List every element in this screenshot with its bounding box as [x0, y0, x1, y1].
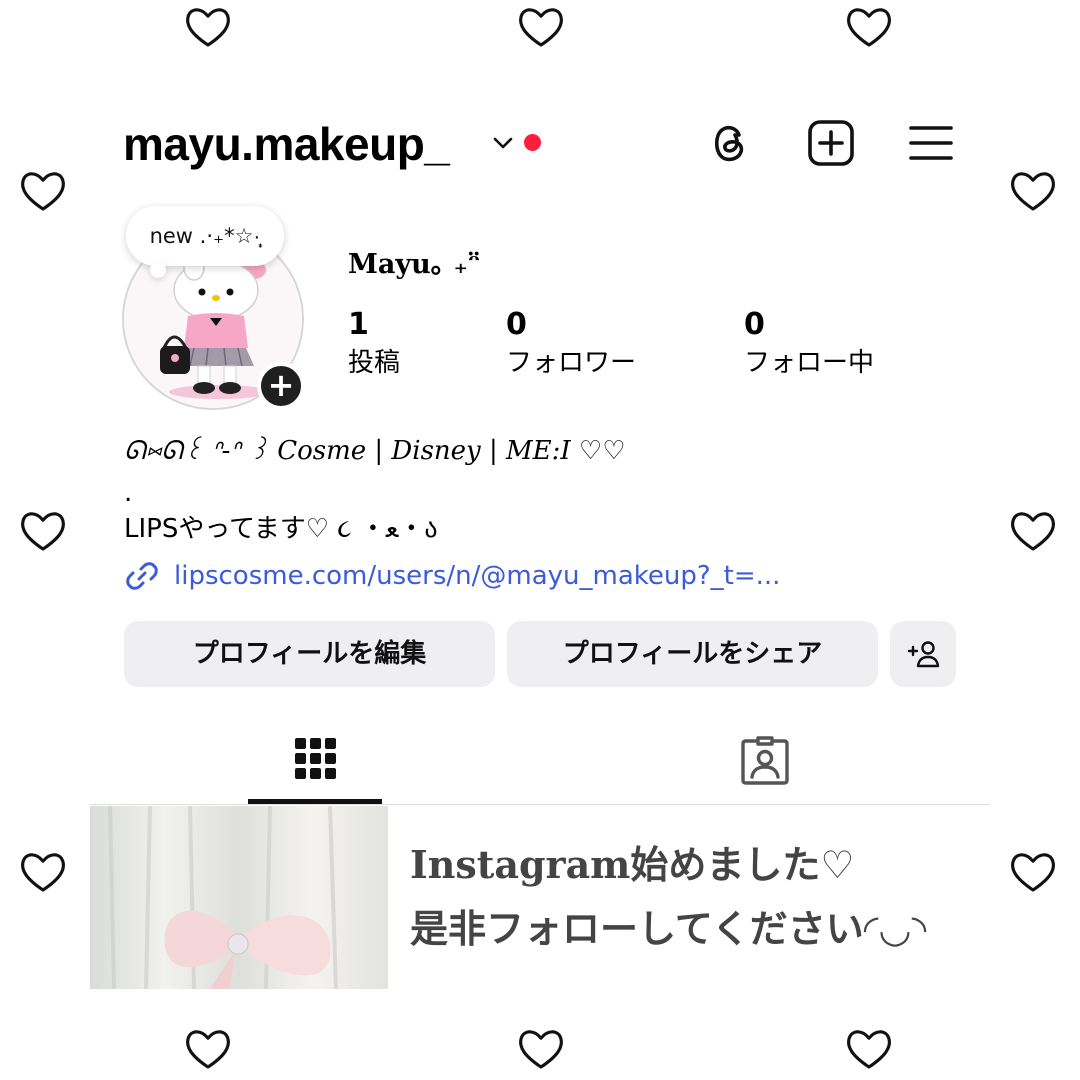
stat-posts-label: 投稿: [348, 348, 401, 378]
account-switcher-username[interactable]: mayu.makeup_: [123, 112, 450, 176]
heart-outline-icon: [842, 1022, 896, 1076]
post-caption-line: 是非フォローしてください◜◡◝: [410, 906, 927, 951]
tagged-icon: [741, 736, 789, 785]
stat-posts-count: 1: [348, 307, 369, 342]
bio-line: LIPSやってます♡ ૮ ・ﻌ・ა: [124, 514, 438, 544]
link-icon: [124, 558, 160, 594]
profile-note-bubble[interactable]: new .·₊*☆·̩͙: [126, 206, 284, 266]
note-bubble-tail: [150, 262, 166, 278]
bio-line: .: [124, 478, 133, 508]
heart-outline-icon: [16, 845, 70, 899]
heart-outline-icon: [1006, 845, 1060, 899]
heart-outline-icon: [16, 504, 70, 558]
tab-tagged[interactable]: [739, 734, 791, 786]
add-person-icon: [907, 641, 940, 668]
add-story-button[interactable]: +: [257, 362, 305, 410]
post-caption-line: Instagram始めました♡: [410, 842, 855, 887]
share-profile-button[interactable]: プロフィールをシェア: [507, 621, 878, 687]
threads-icon[interactable]: [705, 118, 755, 168]
post-thumbnail[interactable]: [90, 806, 388, 989]
stat-followers-label: フォロワー: [506, 348, 637, 378]
stat-following-label: フォロー中: [744, 348, 875, 378]
notification-dot: [524, 134, 541, 151]
heart-outline-icon: [842, 0, 896, 54]
heart-outline-icon: [181, 0, 235, 54]
stat-following-count: 0: [744, 307, 765, 342]
menu-icon[interactable]: [906, 118, 956, 168]
chevron-down-icon[interactable]: [490, 130, 516, 156]
tab-posts-grid[interactable]: [289, 734, 341, 786]
display-name: Mayu｡ ₊ᵔ̈: [348, 249, 481, 280]
bio-line: ᘏ⑅ᘏ꒰ ᐢ-ᐢ ꒱ Cosme | Disney | ME:I ♡♡: [124, 436, 626, 466]
discover-people-button[interactable]: [890, 621, 956, 687]
add-post-icon[interactable]: [806, 118, 856, 168]
heart-outline-icon: [16, 164, 70, 218]
tab-divider: [90, 804, 990, 805]
bio-link-text: lipscosme.com/users/n/@mayu_makeup?_t=..…: [174, 561, 781, 591]
bio-link[interactable]: lipscosme.com/users/n/@mayu_makeup?_t=..…: [124, 558, 780, 594]
heart-outline-icon: [514, 0, 568, 54]
grid-icon: [295, 738, 336, 779]
edit-profile-button[interactable]: プロフィールを編集: [124, 621, 495, 687]
heart-outline-icon: [181, 1022, 235, 1076]
stat-posts[interactable]: 1 投稿: [348, 306, 400, 382]
stat-followers-count: 0: [506, 307, 527, 342]
heart-outline-icon: [1006, 164, 1060, 218]
stat-following[interactable]: 0 フォロー中: [744, 306, 874, 382]
stat-followers[interactable]: 0 フォロワー: [506, 306, 636, 382]
heart-outline-icon: [1006, 504, 1060, 558]
heart-outline-icon: [514, 1022, 568, 1076]
